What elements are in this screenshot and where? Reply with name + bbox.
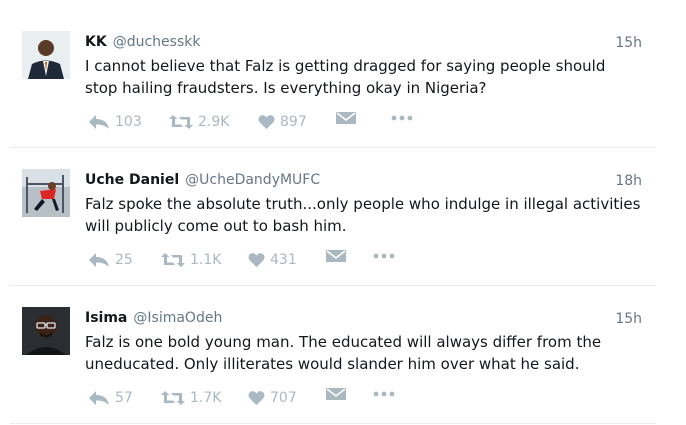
retweet-icon <box>161 391 185 405</box>
tweet[interactable]: Uche Daniel @UcheDandyMUFC 18h Falz spoke… <box>10 148 656 286</box>
direct-message-icon <box>326 388 346 400</box>
reply-button[interactable]: 103 <box>88 110 142 134</box>
more-icon <box>373 253 395 259</box>
avatar[interactable] <box>22 307 70 355</box>
reply-count: 103 <box>115 114 142 130</box>
more-icon <box>373 391 395 397</box>
display-name[interactable]: Uche Daniel <box>85 172 179 188</box>
reply-count: 25 <box>115 252 133 268</box>
reply-count: 57 <box>115 390 133 406</box>
tweet-header: Uche Daniel @UcheDandyMUFC 18h <box>85 170 656 190</box>
direct-message-button[interactable] <box>336 110 356 126</box>
like-button[interactable]: 707 <box>248 386 297 410</box>
tweet-header: Isima @IsimaOdeh 15h <box>85 308 656 328</box>
user-handle[interactable]: @duchesskk <box>113 34 201 50</box>
like-icon <box>248 391 265 406</box>
more-icon <box>391 115 413 121</box>
like-count: 431 <box>270 252 297 268</box>
more-button[interactable] <box>391 110 413 126</box>
retweet-button[interactable]: 1.1K <box>161 248 221 272</box>
more-button[interactable] <box>373 248 395 264</box>
tweet[interactable]: Isima @IsimaOdeh 15h Falz is one bold you… <box>10 286 656 424</box>
reply-icon <box>89 253 109 267</box>
man-in-suit-avatar <box>22 31 70 79</box>
tweet-header: KK @duchesskk 15h <box>85 32 656 52</box>
reply-icon <box>89 391 109 405</box>
more-button[interactable] <box>373 386 395 402</box>
avatar[interactable] <box>22 31 70 79</box>
like-button[interactable]: 897 <box>258 110 307 134</box>
user-handle[interactable]: @IsimaOdeh <box>133 310 222 326</box>
tweet-text: Falz is one bold young man. The educated… <box>85 333 602 373</box>
direct-message-icon <box>326 250 346 262</box>
retweet-icon <box>161 253 185 267</box>
display-name[interactable]: Isima <box>85 310 127 326</box>
timestamp[interactable]: 18h <box>615 171 642 191</box>
tweet-text: I cannot believe that Falz is getting dr… <box>85 57 606 97</box>
like-button[interactable]: 431 <box>248 248 297 272</box>
gym-avatar <box>22 169 70 217</box>
timestamp[interactable]: 15h <box>615 309 642 329</box>
man-with-glasses-avatar <box>22 307 70 355</box>
retweet-button[interactable]: 2.9K <box>169 110 229 134</box>
like-icon <box>248 253 265 268</box>
reply-button[interactable]: 57 <box>88 386 133 410</box>
retweet-count: 1.7K <box>190 390 222 406</box>
reply-button[interactable]: 25 <box>88 248 133 272</box>
display-name[interactable]: KK <box>85 34 107 50</box>
like-count: 707 <box>270 390 297 406</box>
retweet-count: 2.9K <box>198 114 230 130</box>
user-handle[interactable]: @UcheDandyMUFC <box>185 172 320 188</box>
retweet-button[interactable]: 1.7K <box>161 386 221 410</box>
tweet[interactable]: KK @duchesskk 15h I cannot believe that F… <box>10 0 656 148</box>
retweet-icon <box>169 115 193 129</box>
retweet-count: 1.1K <box>190 252 222 268</box>
direct-message-button[interactable] <box>326 248 346 264</box>
direct-message-icon <box>336 112 356 124</box>
tweet-text: Falz spoke the absolute truth...only peo… <box>85 195 641 235</box>
reply-icon <box>89 115 109 129</box>
direct-message-button[interactable] <box>326 386 346 402</box>
avatar[interactable] <box>22 169 70 217</box>
timestamp[interactable]: 15h <box>615 33 642 53</box>
like-icon <box>258 115 275 130</box>
like-count: 897 <box>280 114 307 130</box>
